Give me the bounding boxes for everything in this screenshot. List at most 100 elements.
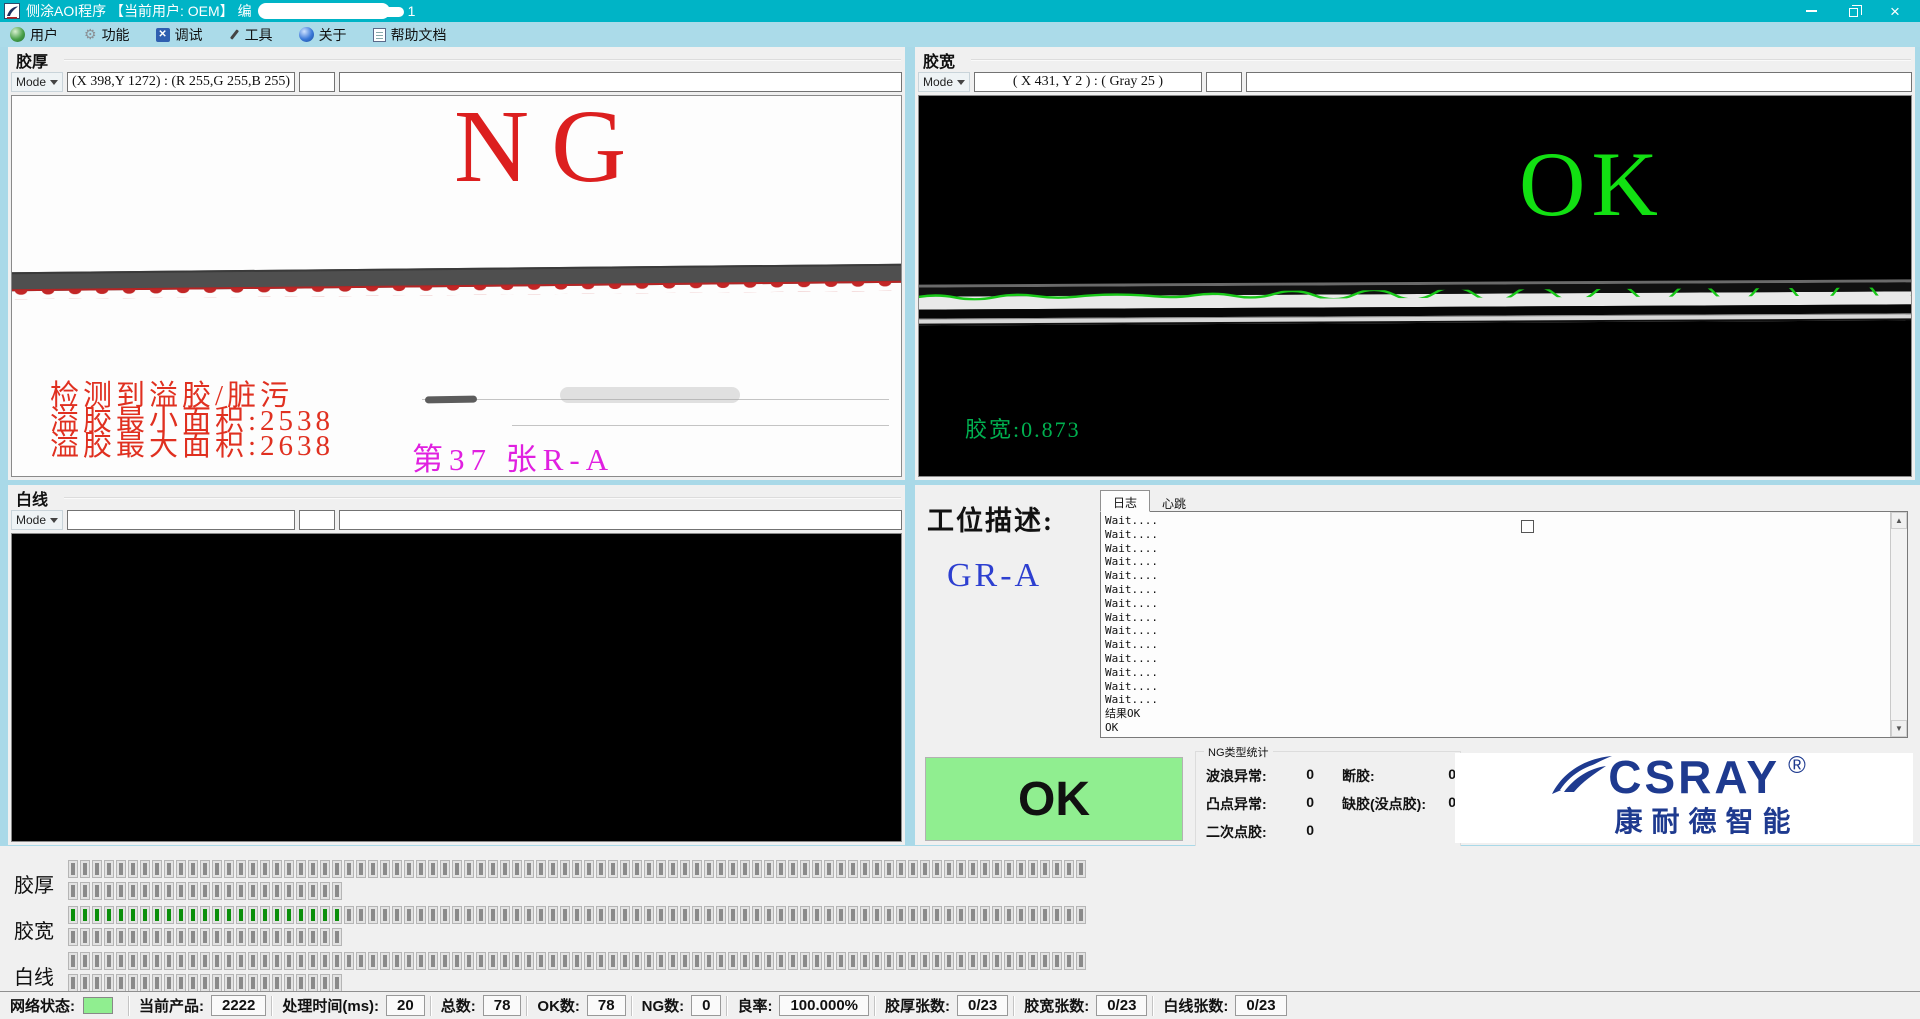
divider: [1152, 996, 1154, 1016]
mode-dropdown[interactable]: Mode: [918, 72, 970, 92]
message-field[interactable]: [339, 72, 902, 92]
progress-cell: [836, 952, 846, 970]
progress-cell: [152, 860, 162, 878]
progress-row: [68, 860, 1920, 878]
progress-cell: [764, 906, 774, 924]
pixel-readout-field[interactable]: ( X 431, Y 2 ) : ( Gray 25 ): [974, 72, 1202, 92]
progress-cell: [512, 906, 522, 924]
progress-cell: [92, 928, 102, 946]
menu-item-tools[interactable]: 工具: [229, 25, 273, 45]
progress-cell: [260, 906, 270, 924]
divider: [64, 59, 901, 61]
progress-cell: [476, 952, 486, 970]
pixel-readout-field[interactable]: [67, 510, 295, 530]
progress-cell: [716, 906, 726, 924]
progress-cell: [452, 952, 462, 970]
log-line: Wait....: [1105, 611, 1887, 625]
stat-missing-glue: 缺胶(没点胶):0: [1342, 794, 1460, 814]
help-doc-icon: [373, 28, 386, 42]
menu-item-help-doc[interactable]: 帮助文档: [373, 25, 447, 45]
menu-label: 用户: [30, 25, 58, 45]
overall-result-button[interactable]: OK: [925, 757, 1183, 841]
mode-dropdown[interactable]: Mode: [11, 72, 63, 92]
progress-cell: [800, 860, 810, 878]
minimize-button[interactable]: [1790, 1, 1832, 21]
progress-cell: [428, 860, 438, 878]
progress-cell: [128, 952, 138, 970]
menu-item-about[interactable]: 关于: [299, 25, 347, 45]
progress-cell: [380, 952, 390, 970]
scroll-down-icon[interactable]: ▼: [1891, 720, 1907, 737]
progress-cell: [260, 928, 270, 946]
status-item: 胶厚张数:0/23: [881, 995, 1008, 1016]
progress-cell: [788, 952, 798, 970]
log-box[interactable]: Wait....Wait....Wait....Wait....Wait....…: [1100, 511, 1908, 738]
status-item-label: 白线张数:: [1163, 995, 1228, 1016]
progress-cell: [68, 860, 78, 878]
mode-dropdown[interactable]: Mode: [11, 510, 63, 530]
image-viewer-gel-thickness[interactable]: NG 检测到溢胶/脏污 溢胶最小面积:2538 溢胶最大面积:2638 第37 …: [11, 95, 902, 477]
progress-cell: [320, 906, 330, 924]
restore-button[interactable]: [1832, 1, 1874, 21]
close-button[interactable]: ×: [1874, 1, 1916, 21]
progress-cell: [272, 928, 282, 946]
menu-item-debug[interactable]: ✕调试: [156, 25, 203, 45]
progress-cell: [596, 860, 606, 878]
progress-cell: [104, 860, 114, 878]
toolbar-gel-width: Mode ( X 431, Y 2 ) : ( Gray 25 ): [918, 71, 1912, 93]
progress-cell: [368, 906, 378, 924]
window-title: 侧涂AOI程序 【当前用户: OEM】 编: [26, 1, 252, 21]
app-window: 侧涂AOI程序 【当前用户: OEM】 编 1 × 用户 ⚙功能 ✕调试 工具 …: [0, 0, 1920, 1019]
progress-cell: [764, 952, 774, 970]
menu-item-function[interactable]: ⚙功能: [84, 25, 130, 45]
tab-heartbeat[interactable]: 心跳: [1150, 492, 1198, 512]
menu-item-user[interactable]: 用户: [10, 25, 58, 45]
small-value-field[interactable]: [1206, 72, 1242, 92]
progress-cell: [1004, 906, 1014, 924]
progress-cell: [620, 860, 630, 878]
toolbar-white-line: Mode: [11, 509, 902, 531]
brand-logo: CSRAY ® 康耐德智能: [1455, 753, 1913, 843]
scroll-up-icon[interactable]: ▲: [1891, 512, 1907, 529]
progress-cell: [740, 906, 750, 924]
image-viewer-gel-width[interactable]: OK 胶宽:0.873: [918, 95, 1912, 477]
message-field[interactable]: [1246, 72, 1912, 92]
progress-cell: [992, 860, 1002, 878]
image-viewer-white-line[interactable]: [11, 533, 902, 842]
status-item-value: 2222: [211, 995, 266, 1016]
progress-cell: [908, 860, 918, 878]
small-value-field[interactable]: [299, 510, 335, 530]
app-logo-icon: [4, 3, 20, 19]
log-checkbox[interactable]: [1521, 520, 1534, 533]
progress-cell: [1076, 952, 1086, 970]
tools-icon: [229, 29, 238, 40]
progress-cell: [632, 860, 642, 878]
progress-cell: [668, 906, 678, 924]
result-text-ok: OK: [1519, 136, 1664, 232]
progress-cell: [248, 860, 258, 878]
progress-cell: [284, 952, 294, 970]
progress-cell: [296, 952, 306, 970]
progress-cell: [980, 952, 990, 970]
message-field[interactable]: [339, 510, 902, 530]
divider: [631, 996, 633, 1016]
tab-log[interactable]: 日志: [1100, 490, 1150, 512]
progress-cell: [68, 952, 78, 970]
progress-cell: [224, 928, 234, 946]
progress-cell: [416, 952, 426, 970]
progress-cell: [1004, 952, 1014, 970]
progress-cell: [500, 906, 510, 924]
progress-cell: [80, 952, 90, 970]
progress-cell: [692, 952, 702, 970]
progress-cell: [788, 860, 798, 878]
progress-cell: [284, 974, 294, 992]
small-value-field[interactable]: [299, 72, 335, 92]
log-scrollbar[interactable]: ▲ ▼: [1890, 512, 1907, 737]
progress-cell: [896, 860, 906, 878]
progress-cell: [536, 906, 546, 924]
progress-cell: [92, 974, 102, 992]
pixel-readout-field[interactable]: (X 398,Y 1272) : (R 255,G 255,B 255): [67, 72, 295, 92]
progress-cell: [68, 928, 78, 946]
progress-cell: [404, 906, 414, 924]
progress-cell: [176, 882, 186, 900]
